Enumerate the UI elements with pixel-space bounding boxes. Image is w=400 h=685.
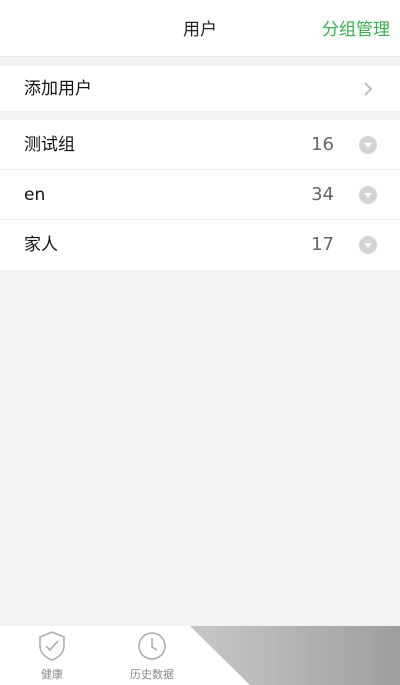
clock-icon <box>138 632 166 660</box>
chevron-down-circle-icon[interactable] <box>358 235 378 255</box>
app-screen: 用户 分组管理 添加用户 测试组 16 en 34 家人 17 健康 历史数据 <box>0 0 400 685</box>
header-bar: 用户 分组管理 <box>0 0 400 57</box>
chevron-right-icon <box>364 82 373 96</box>
chevron-down-circle-icon[interactable] <box>358 185 378 205</box>
tab-history[interactable]: 历史数据 <box>107 626 197 685</box>
tab-health[interactable]: 健康 <box>7 626 97 685</box>
group-list: 测试组 16 en 34 家人 17 <box>0 120 400 270</box>
group-count: 34 <box>311 184 334 205</box>
group-row[interactable]: 家人 17 <box>0 220 400 270</box>
group-row[interactable]: 测试组 16 <box>0 120 400 170</box>
group-name: 家人 <box>24 235 58 255</box>
add-user-row[interactable]: 添加用户 <box>0 66 400 111</box>
add-user-label: 添加用户 <box>24 79 92 99</box>
chevron-down-circle-icon[interactable] <box>358 135 378 155</box>
shield-check-icon <box>39 631 65 661</box>
group-count: 16 <box>311 134 334 155</box>
bottom-tab-bar: 健康 历史数据 <box>0 626 400 685</box>
tab-bar-shadow <box>190 626 400 685</box>
group-name: 测试组 <box>24 135 75 155</box>
tab-history-label: 历史数据 <box>130 668 174 681</box>
manage-groups-button[interactable]: 分组管理 <box>322 0 390 57</box>
tab-health-label: 健康 <box>41 668 63 681</box>
group-name: en <box>24 185 46 205</box>
group-row[interactable]: en 34 <box>0 170 400 220</box>
group-count: 17 <box>311 234 334 255</box>
